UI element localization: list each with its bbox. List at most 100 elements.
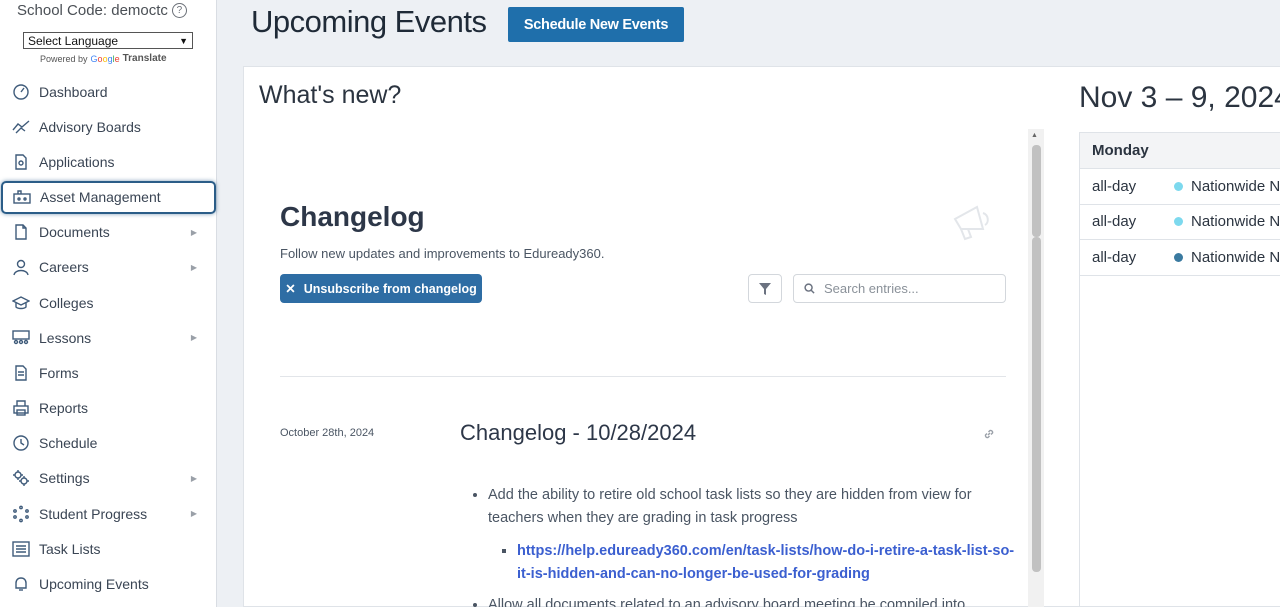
help-article-link[interactable]: https://help.eduready360.com/en/task-lis… <box>517 543 1014 582</box>
event-time: all-day <box>1092 213 1137 231</box>
handshake-icon <box>12 118 30 136</box>
sidebar-item-documents[interactable]: Documents ▶ <box>0 215 217 250</box>
gears-icon <box>12 469 30 487</box>
sidebar-item-lessons[interactable]: Lessons ▶ <box>0 320 217 355</box>
sidebar-item-label: Settings <box>39 470 90 487</box>
calendar-day-header: Monday <box>1080 133 1280 169</box>
powered-by-text: Powered by <box>40 53 88 64</box>
classroom-icon <box>12 329 30 347</box>
sidebar-item-label: Upcoming Events <box>39 576 149 593</box>
event-name: Nationwide N <box>1191 177 1280 195</box>
divider <box>280 376 1006 377</box>
changelog-scrollbar[interactable]: ▲ <box>1028 129 1044 607</box>
sidebar-item-label: Lessons <box>39 329 92 346</box>
sidebar-item-careers[interactable]: Careers ▶ <box>0 250 217 285</box>
whats-new-heading: What's new? <box>259 81 402 109</box>
sidebar-item-label: Task Lists <box>39 540 101 557</box>
entry-date: October 28th, 2024 <box>280 427 375 439</box>
progress-icon <box>12 505 30 523</box>
scroll-up-icon[interactable]: ▲ <box>1031 132 1038 139</box>
sidebar-item-label: Reports <box>39 400 89 417</box>
link-icon[interactable] <box>982 427 996 441</box>
chevron-right-icon: ▶ <box>190 509 197 519</box>
chevron-right-icon: ▶ <box>190 227 197 237</box>
sidebar-item-student-progress[interactable]: Student Progress ▶ <box>0 496 217 531</box>
sidebar-item-label: Forms <box>39 364 79 381</box>
main-panel: What's new? Changelog Follow new updates… <box>243 66 1280 607</box>
graduation-cap-icon <box>12 294 30 312</box>
help-icon[interactable]: ? <box>171 2 187 18</box>
changelog-widget: Changelog Follow new updates and improve… <box>259 129 1047 607</box>
sidebar-item-settings[interactable]: Settings ▶ <box>0 461 217 496</box>
event-dot <box>1174 217 1183 227</box>
sidebar-item-label: Dashboard <box>39 83 108 100</box>
asset-icon <box>13 188 31 206</box>
event-dot <box>1174 181 1183 191</box>
sidebar-item-applications[interactable]: Applications <box>0 144 217 179</box>
language-select[interactable]: Select Language ▼ <box>23 32 193 49</box>
sidebar-item-reports[interactable]: Reports <box>0 391 217 426</box>
filter-button[interactable] <box>748 274 782 303</box>
schedule-new-events-button[interactable]: Schedule New Events <box>508 7 684 42</box>
entry-body: Add the ability to retire old school tas… <box>460 484 1015 607</box>
clock-icon <box>12 434 30 452</box>
changelog-subtitle: Follow new updates and improvements to E… <box>280 246 605 261</box>
megaphone-icon <box>953 205 989 241</box>
sidebar-item-label: Colleges <box>39 294 94 311</box>
sidebar-item-upcoming-events[interactable]: Upcoming Events <box>0 566 217 601</box>
sidebar-item-label: Applications <box>39 153 115 170</box>
scrollbar-thumb[interactable] <box>1032 237 1041 572</box>
list-item: Allow all documents related to an adviso… <box>488 594 1015 607</box>
school-code: School Code: democtc ? <box>17 0 187 20</box>
search-placeholder: Search entries... <box>824 281 919 296</box>
chevron-right-icon: ▶ <box>190 333 197 343</box>
page-title: Upcoming Events <box>251 4 487 39</box>
form-icon <box>12 364 30 382</box>
printer-icon <box>12 399 30 417</box>
scrollbar-thumb[interactable] <box>1032 145 1041 237</box>
bell-icon <box>12 575 30 593</box>
document-icon <box>12 223 30 241</box>
sidebar-item-label: Documents <box>39 224 110 241</box>
search-entries-input[interactable]: Search entries... <box>793 274 1006 303</box>
translate-text: Translate <box>122 53 167 64</box>
event-name: Nationwide N <box>1191 213 1280 231</box>
sidebar-item-asset-management[interactable]: Asset Management <box>1 180 216 214</box>
sidebar: School Code: democtc ? Select Language ▼… <box>0 0 217 607</box>
sidebar-item-forms[interactable]: Forms <box>0 355 217 390</box>
google-logo: Google <box>90 53 120 64</box>
calendar-title: Nov 3 – 9, 2024 <box>1079 81 1280 114</box>
list-item: https://help.eduready360.com/en/task-lis… <box>517 540 1015 586</box>
calendar-event[interactable]: all-day Nationwide N <box>1080 240 1280 276</box>
chevron-down-icon: ▼ <box>179 35 188 46</box>
calendar: Monday all-day Nationwide N all-day Nati… <box>1079 132 1280 607</box>
chevron-right-icon: ▶ <box>190 473 197 483</box>
sidebar-item-schedule[interactable]: Schedule <box>0 426 217 461</box>
calendar-event[interactable]: all-day Nationwide N <box>1080 205 1280 240</box>
event-time: all-day <box>1092 248 1137 266</box>
entry-title: Changelog - 10/28/2024 <box>460 420 697 445</box>
person-icon <box>12 258 30 276</box>
filter-icon <box>759 282 771 295</box>
sidebar-item-advisory-boards[interactable]: Advisory Boards <box>0 109 217 144</box>
sidebar-item-label: Advisory Boards <box>39 118 141 135</box>
sidebar-item-label: Careers <box>39 259 89 276</box>
list-icon <box>12 540 30 558</box>
language-select-value: Select Language <box>28 33 119 48</box>
event-name: Nationwide N <box>1191 248 1280 266</box>
calendar-event[interactable]: all-day Nationwide N <box>1080 169 1280 205</box>
sidebar-item-label: Asset Management <box>40 189 161 206</box>
application-document-icon <box>12 153 30 171</box>
sidebar-nav: Dashboard Advisory Boards Applications A… <box>0 74 217 602</box>
sidebar-item-dashboard[interactable]: Dashboard <box>0 74 217 109</box>
unsubscribe-label: Unsubscribe from changelog <box>303 281 477 296</box>
sidebar-item-colleges[interactable]: Colleges <box>0 285 217 320</box>
search-icon <box>804 283 815 294</box>
unsubscribe-button[interactable]: ✕ Unsubscribe from changelog <box>280 274 482 303</box>
sidebar-item-label: Student Progress <box>39 505 148 522</box>
chevron-right-icon: ▶ <box>190 262 197 272</box>
event-time: all-day <box>1092 177 1137 195</box>
sidebar-item-label: Schedule <box>39 435 98 452</box>
sidebar-item-task-lists[interactable]: Task Lists <box>0 531 217 566</box>
changelog-title: Changelog <box>280 201 425 232</box>
